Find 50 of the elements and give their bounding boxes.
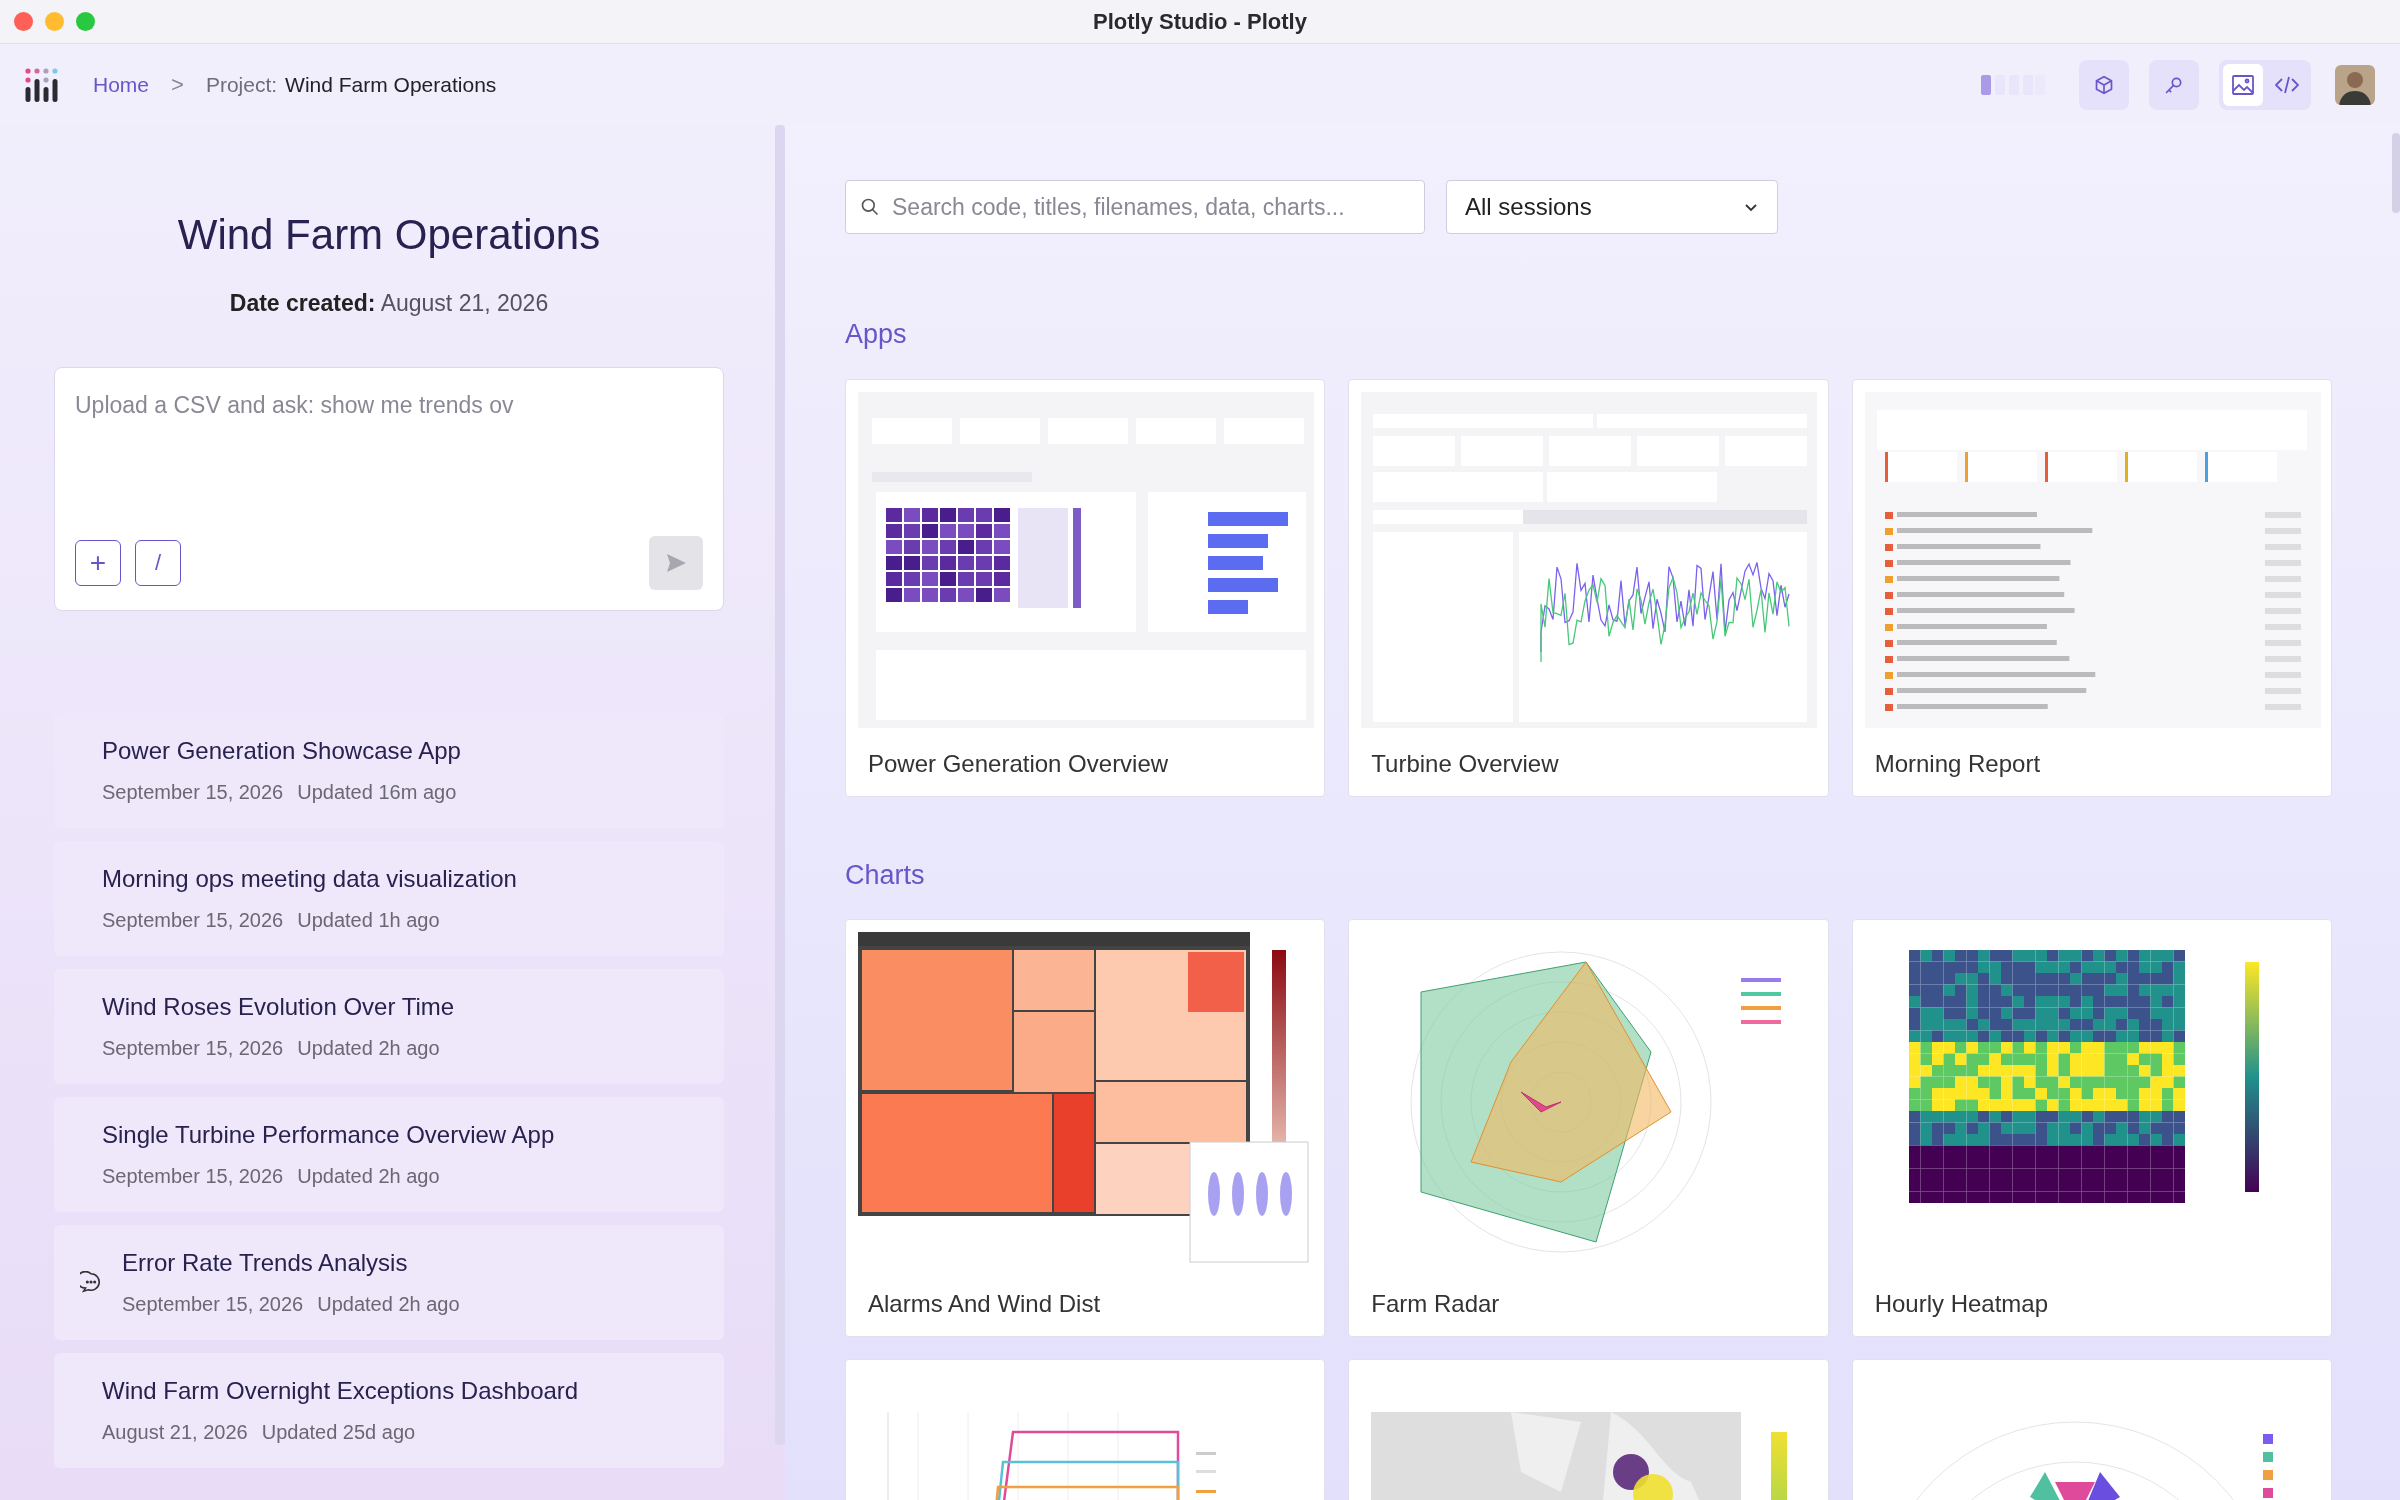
session-card[interactable]: Wind Farm Overnight Exceptions Dashboard August 21, 2026 Updated 25d ago — [54, 1352, 724, 1468]
search-input: Search code, titles, filenames, data, charts... — [892, 189, 1410, 225]
card-title: Alarms And Wind Dist — [867, 1289, 1102, 1319]
session-updated: Updated 2h ago — [317, 1292, 460, 1317]
prompt-field[interactable]: Upload a CSV and ask: show me trends ov + / — [54, 366, 724, 611]
breadcrumb-label: Project: — [205, 71, 278, 98]
session-title: Morning ops meeting data visualization — [102, 864, 517, 894]
chart-card[interactable]: Hourly Heatmap — [1851, 919, 2332, 1337]
session-updated: Updated 2h ago — [297, 1164, 440, 1189]
command-button[interactable]: / — [135, 539, 181, 586]
section-heading: Apps — [845, 318, 908, 351]
session-date: September 15, 2026 — [102, 908, 284, 933]
session-date: September 15, 2026 — [102, 1036, 284, 1061]
session-date: September 15, 2026 — [102, 1164, 284, 1189]
session-date: September 15, 2026 — [102, 780, 284, 805]
breadcrumb-current: Wind Farm Operations — [285, 71, 497, 98]
session-updated: Updated 2h ago — [297, 1036, 440, 1061]
app-card[interactable]: Morning Report — [1851, 378, 2332, 797]
session-date: September 15, 2026 — [122, 1292, 304, 1317]
app-card[interactable]: Power Generation Overview — [845, 378, 1326, 797]
app-card[interactable]: Turbine Overview — [1348, 378, 1829, 797]
session-updated: Updated 16m ago — [297, 780, 457, 805]
session-card[interactable]: Wind Roses Evolution Over Time September 15, 2026 Updated 2h ago — [54, 968, 724, 1084]
card-title: Turbine Overview — [1370, 748, 1560, 779]
card-title: Hourly Heatmap — [1873, 1289, 2050, 1319]
prompt-input[interactable]: Upload a CSV and ask: show me trends ov — [75, 387, 703, 536]
sessions-dropdown[interactable]: All sessions — [1446, 180, 1778, 234]
session-card[interactable]: Single Turbine Performance Overview App September 15, 2026 Updated 2h ago — [54, 1096, 724, 1212]
session-updated: Updated 1h ago — [297, 908, 440, 933]
session-date: August 21, 2026 — [102, 1420, 248, 1445]
date-created: Date created: August 21, 2026 — [228, 289, 550, 318]
session-title: Wind Farm Overnight Exceptions Dashboard — [102, 1376, 579, 1406]
session-card[interactable]: Error Rate Trends Analysis September 15, 2026 Updated 2h ago — [54, 1224, 724, 1340]
card-title: Farm Radar — [1370, 1289, 1501, 1319]
search-field[interactable]: Search code, titles, filenames, data, charts... — [845, 180, 1425, 234]
breadcrumb-separator: > — [171, 71, 184, 99]
chart-card[interactable]: Farm Radar — [1348, 919, 1829, 1337]
home-link[interactable]: Home — [93, 68, 150, 101]
chart-card[interactable]: Alarms And Wind Dist — [845, 919, 1326, 1337]
section-heading: Charts — [845, 858, 926, 892]
card-title: Power Generation Overview — [867, 748, 1170, 779]
session-title: Wind Roses Evolution Over Time — [102, 992, 455, 1022]
project-title: Wind Farm Operations — [176, 210, 602, 260]
session-updated: Updated 25d ago — [261, 1420, 416, 1445]
window-title: Plotly Studio - Plotly — [1093, 8, 1307, 36]
card-title: Morning Report — [1873, 748, 2042, 779]
session-title: Power Generation Showcase App — [102, 736, 461, 766]
session-title: Single Turbine Performance Overview App — [102, 1120, 555, 1150]
session-title: Error Rate Trends Analysis — [122, 1248, 409, 1278]
add-button[interactable]: + — [75, 539, 121, 586]
